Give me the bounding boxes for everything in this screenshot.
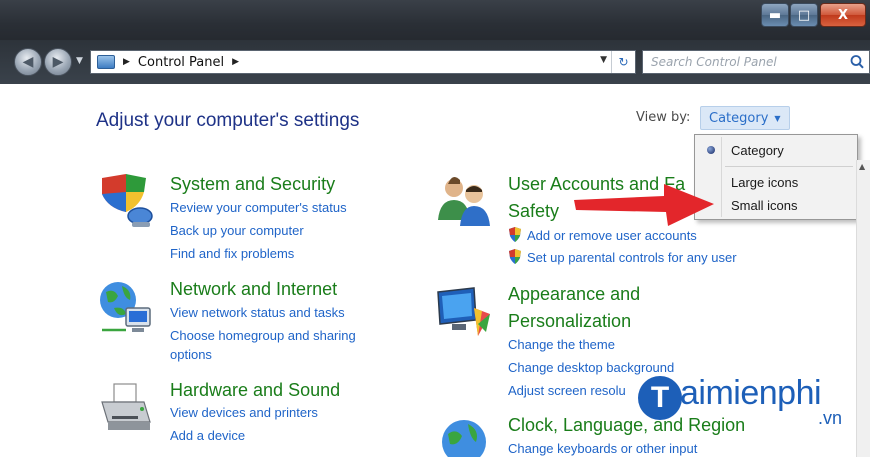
maximize-button[interactable]: □ [790, 3, 818, 27]
forward-button[interactable]: ▶ [44, 48, 72, 76]
watermark: T aimienphi .vn [638, 372, 858, 432]
task-link[interactable]: View network status and tasks [170, 305, 345, 320]
radio-selected-icon [707, 146, 715, 154]
breadcrumb-separator-icon[interactable]: ▶ [232, 57, 239, 67]
scroll-up-icon[interactable]: ▲ [859, 162, 865, 171]
navigation-bar: ◀ ▶ ▼ ▶ Control Panel ▶ ▼ ↻ [0, 40, 870, 84]
task-link[interactable]: Review your computer's status [170, 200, 347, 215]
category-network-internet: Network and Internet View network status… [96, 278, 396, 370]
category-title-continued[interactable]: Personalization [508, 311, 631, 332]
search-box [642, 50, 870, 74]
task-link[interactable]: Choose homegroup and sharing [170, 328, 356, 343]
task-link[interactable]: Change keyboards or other input [508, 441, 697, 456]
chevron-down-icon: ▼ [774, 113, 781, 123]
recent-pages-dropdown[interactable]: ▼ [76, 56, 83, 66]
menu-item-category[interactable]: Category [697, 139, 855, 161]
display-icon [437, 287, 490, 336]
watermark-text: aimienphi [680, 374, 822, 412]
category-title[interactable]: Network and Internet [170, 279, 337, 300]
shield-pc-icon [102, 174, 153, 227]
vertical-scrollbar[interactable]: ▲ [856, 160, 870, 457]
view-by-label: View by: [636, 110, 691, 125]
task-link[interactable]: Change the theme [508, 337, 615, 352]
view-by-value: Category [709, 110, 769, 126]
minimize-button[interactable]: ▬ [761, 3, 789, 27]
menu-item-small-icons[interactable]: Small icons [697, 194, 855, 216]
network-globe-icon [100, 282, 151, 332]
window-titlebar: ▬ □ X [0, 0, 870, 40]
page-title: Adjust your computer's settings [96, 110, 360, 131]
task-link[interactable]: Find and fix problems [170, 246, 294, 261]
uac-shield-icon [509, 249, 521, 264]
task-link[interactable]: Adjust screen resolu [508, 383, 626, 398]
close-button[interactable]: X [820, 3, 866, 27]
category-title[interactable]: System and Security [170, 174, 335, 195]
category-title[interactable]: Appearance and [508, 284, 640, 305]
task-link[interactable]: Add a device [170, 428, 245, 443]
breadcrumb-control-panel[interactable]: Control Panel [138, 55, 224, 70]
view-by-menu: Category Large icons Small icons [694, 134, 858, 220]
menu-item-label: Large icons [731, 174, 799, 190]
breadcrumb-separator-icon[interactable]: ▶ [123, 57, 130, 67]
menu-item-large-icons[interactable]: Large icons [697, 171, 855, 193]
watermark-logo-icon: T [638, 376, 682, 420]
task-link-label: Add or remove user accounts [527, 228, 697, 243]
printer-icon [101, 383, 151, 430]
category-title-continued[interactable]: Safety [508, 201, 559, 222]
menu-separator [725, 166, 853, 167]
task-link[interactable]: Back up your computer [170, 223, 304, 238]
control-panel-icon [97, 55, 115, 69]
task-link[interactable]: View devices and printers [170, 405, 318, 420]
globe-clock-icon [442, 420, 486, 457]
users-icon [438, 177, 490, 226]
search-icon[interactable] [849, 54, 865, 70]
menu-item-label: Category [731, 142, 784, 158]
watermark-suffix: .vn [818, 408, 843, 428]
address-dropdown-icon[interactable]: ▼ [600, 55, 607, 65]
search-input[interactable] [651, 55, 851, 69]
menu-item-label: Small icons [731, 197, 798, 213]
annotation-arrow-icon [574, 184, 714, 226]
task-link-label: Set up parental controls for any user [527, 250, 737, 265]
view-by-dropdown[interactable]: Category ▼ [700, 106, 790, 130]
back-button[interactable]: ◀ [14, 48, 42, 76]
task-link[interactable]: options [170, 347, 212, 362]
task-link[interactable]: Set up parental controls for any user [508, 249, 737, 265]
uac-shield-icon [509, 227, 521, 242]
category-hardware-sound: Hardware and Sound View devices and prin… [96, 378, 396, 450]
category-system-security: System and Security Review your computer… [96, 172, 396, 268]
address-box[interactable]: ▶ Control Panel ▶ ▼ ↻ [90, 50, 636, 74]
category-title[interactable]: Hardware and Sound [170, 380, 340, 401]
refresh-icon[interactable]: ↻ [611, 51, 635, 73]
